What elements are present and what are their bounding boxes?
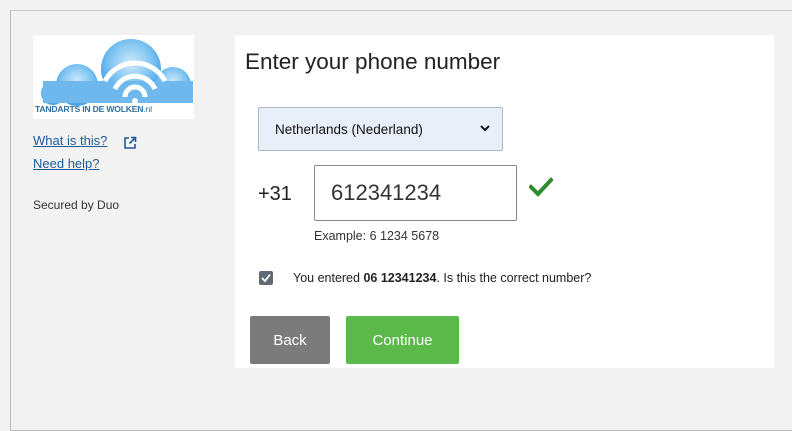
need-help-link[interactable]: Need help? [33, 156, 100, 171]
external-link-icon[interactable] [123, 136, 137, 150]
confirm-number: 06 12341234 [363, 271, 437, 285]
phone-number-input[interactable]: 612341234 [314, 165, 517, 221]
valid-check-icon [529, 177, 553, 197]
country-code: +31 [258, 183, 292, 205]
back-button[interactable]: Back [250, 316, 330, 364]
country-select-value: Netherlands (Nederland) [275, 121, 423, 137]
secured-by-duo: Secured by Duo [33, 198, 120, 212]
logo-text: TANDARTS IN DE WOLKEN.nl [35, 104, 152, 114]
duo-frame: TANDARTS IN DE WOLKEN.nl What is this? N… [10, 10, 792, 431]
logo: TANDARTS IN DE WOLKEN.nl [33, 35, 194, 119]
confirm-checkbox[interactable] [259, 271, 273, 285]
example-hint: Example: 6 1234 5678 [314, 229, 440, 243]
what-is-this-link[interactable]: What is this? [33, 133, 107, 148]
confirm-text: You entered 06 12341234. Is this the cor… [293, 271, 592, 285]
continue-button[interactable]: Continue [346, 316, 459, 364]
checkbox-check-icon [261, 273, 271, 283]
country-select[interactable]: Netherlands (Nederland) [258, 107, 503, 151]
phone-entry-panel: Enter your phone number Netherlands (Ned… [235, 35, 774, 368]
chevron-down-icon [480, 125, 490, 132]
page-title: Enter your phone number [245, 49, 501, 74]
